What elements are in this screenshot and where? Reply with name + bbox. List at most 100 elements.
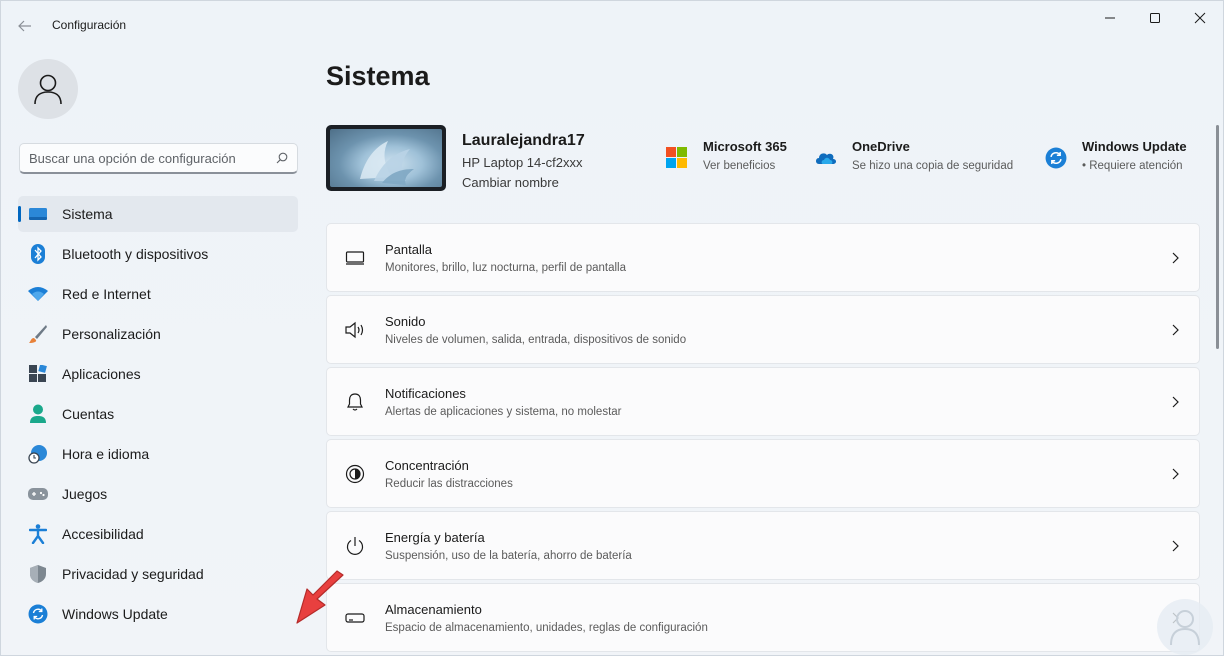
time-language-icon: [28, 444, 48, 464]
page-title: Sistema: [326, 61, 430, 91]
back-button[interactable]: [9, 11, 41, 41]
watermark-logo-icon: [1157, 599, 1213, 655]
sidebar-item-label: Red e Internet: [62, 286, 151, 302]
search-icon[interactable]: [267, 152, 297, 164]
sidebar-item-cuentas[interactable]: Cuentas: [18, 396, 298, 432]
settings-card-energia[interactable]: Energía y batería Suspensión, uso de la …: [326, 511, 1200, 580]
app-title: Configuración: [52, 18, 127, 32]
sidebar-item-label: Windows Update: [62, 606, 168, 622]
card-subtitle: Espacio de almacenamiento, unidades, reg…: [385, 621, 708, 634]
quick-link-subtitle: • Requiere atención: [1082, 160, 1183, 172]
device-name: Lauralejandra17: [462, 132, 585, 149]
sidebar-item-label: Sistema: [62, 206, 113, 222]
windows-update-icon: [28, 604, 48, 624]
person-icon: [34, 74, 62, 105]
sidebar-item-bluetooth[interactable]: Bluetooth y dispositivos: [18, 236, 298, 272]
system-icon: [28, 204, 48, 224]
quick-link-title: OneDrive: [852, 139, 910, 154]
gamepad-icon: [28, 484, 48, 504]
scrollbar[interactable]: [1216, 125, 1219, 349]
sidebar-item-accesibilidad[interactable]: Accesibilidad: [18, 516, 298, 552]
sidebar-item-privacidad[interactable]: Privacidad y seguridad: [18, 556, 298, 592]
sidebar-item-personalizacion[interactable]: Personalización: [18, 316, 298, 352]
sidebar-item-label: Juegos: [62, 486, 108, 502]
rename-link[interactable]: Cambiar nombre: [462, 175, 559, 190]
sidebar-item-sistema[interactable]: Sistema: [18, 196, 298, 232]
settings-card-almacenamiento[interactable]: Almacenamiento Espacio de almacenamiento…: [326, 583, 1200, 652]
quick-link-title: Microsoft 365: [703, 139, 787, 154]
quick-link-windows-update[interactable]: Windows Update • Requiere atención: [1045, 139, 1187, 172]
settings-list: Pantalla Monitores, brillo, luz nocturna…: [326, 223, 1200, 655]
card-title: Notificaciones: [385, 385, 466, 401]
close-button[interactable]: [1177, 1, 1223, 35]
chevron-right-icon: [1172, 252, 1179, 264]
sidebar-item-label: Accesibilidad: [62, 526, 144, 542]
card-subtitle: Suspensión, uso de la batería, ahorro de…: [385, 549, 632, 562]
maximize-button[interactable]: [1132, 1, 1178, 35]
sidebar-item-windows-update[interactable]: Windows Update: [18, 596, 298, 632]
chevron-right-icon: [1172, 324, 1179, 336]
quick-link-microsoft-365[interactable]: Microsoft 365 Ver beneficios: [666, 139, 787, 172]
sidebar-item-juegos[interactable]: Juegos: [18, 476, 298, 512]
sidebar-item-hora[interactable]: Hora e idioma: [18, 436, 298, 472]
sidebar-item-label: Privacidad y seguridad: [62, 566, 204, 582]
title-bar: Configuración: [1, 1, 1223, 51]
chevron-right-icon: [1172, 396, 1179, 408]
sidebar-item-label: Personalización: [62, 326, 161, 342]
search-input[interactable]: [20, 144, 267, 172]
settings-window: Configuración Sistema: [0, 0, 1224, 656]
card-title: Sonido: [385, 313, 426, 329]
apps-icon: [28, 364, 48, 384]
quick-link-subtitle: Se hizo una copia de seguridad: [852, 160, 1014, 172]
sidebar-nav: Sistema Bluetooth y dispositivos Red e I…: [18, 196, 298, 636]
bell-icon: [344, 391, 366, 413]
minimize-icon: [1105, 17, 1115, 19]
quick-link-title: Windows Update: [1082, 139, 1187, 154]
arrow-left-icon: [18, 20, 31, 32]
shield-icon: [28, 564, 48, 584]
quick-link-onedrive[interactable]: OneDrive Se hizo una copia de seguridad: [815, 139, 1013, 172]
windows-update-icon: [1045, 147, 1067, 169]
settings-card-sonido[interactable]: Sonido Niveles de volumen, salida, entra…: [326, 295, 1200, 364]
sidebar-item-label: Aplicaciones: [62, 366, 141, 382]
card-subtitle: Monitores, brillo, luz nocturna, perfil …: [385, 261, 626, 274]
quick-link-subtitle: Ver beneficios: [703, 160, 776, 172]
card-subtitle: Alertas de aplicaciones y sistema, no mo…: [385, 405, 622, 418]
speaker-icon: [344, 319, 366, 341]
onedrive-icon: [815, 147, 837, 169]
maximize-icon: [1150, 13, 1160, 23]
sidebar-item-label: Cuentas: [62, 406, 115, 422]
sidebar-item-label: Bluetooth y dispositivos: [62, 246, 209, 262]
settings-card-notificaciones[interactable]: Notificaciones Alertas de aplicaciones y…: [326, 367, 1200, 436]
minimize-button[interactable]: [1087, 1, 1133, 35]
power-icon: [344, 535, 366, 557]
chevron-right-icon: [1172, 540, 1179, 552]
close-icon: [1194, 12, 1206, 24]
card-subtitle: Niveles de volumen, salida, entrada, dis…: [385, 333, 687, 346]
sidebar-item-red[interactable]: Red e Internet: [18, 276, 298, 312]
sidebar-item-aplicaciones[interactable]: Aplicaciones: [18, 356, 298, 392]
focus-icon: [344, 463, 366, 485]
settings-card-pantalla[interactable]: Pantalla Monitores, brillo, luz nocturna…: [326, 223, 1200, 292]
device-thumbnail: [326, 125, 446, 191]
accessibility-icon: [28, 524, 48, 544]
search-box[interactable]: [19, 143, 298, 174]
brush-icon: [28, 324, 48, 344]
wifi-icon: [28, 284, 48, 304]
card-title: Energía y batería: [385, 529, 485, 545]
wallpaper-image: [330, 129, 442, 187]
device-model: HP Laptop 14-cf2xxx: [462, 155, 583, 170]
user-avatar[interactable]: [18, 59, 78, 119]
card-title: Almacenamiento: [385, 601, 482, 617]
microsoft-365-icon: [666, 147, 688, 169]
accounts-icon: [28, 404, 48, 424]
settings-card-concentracion[interactable]: Concentración Reducir las distracciones: [326, 439, 1200, 508]
red-arrow-annotation-icon: [296, 570, 344, 624]
card-title: Pantalla: [385, 241, 432, 257]
card-title: Concentración: [385, 457, 469, 473]
chevron-right-icon: [1172, 468, 1179, 480]
bluetooth-icon: [28, 244, 48, 264]
display-icon: [344, 247, 366, 269]
sidebar-item-label: Hora e idioma: [62, 446, 150, 462]
card-subtitle: Reducir las distracciones: [385, 477, 513, 490]
